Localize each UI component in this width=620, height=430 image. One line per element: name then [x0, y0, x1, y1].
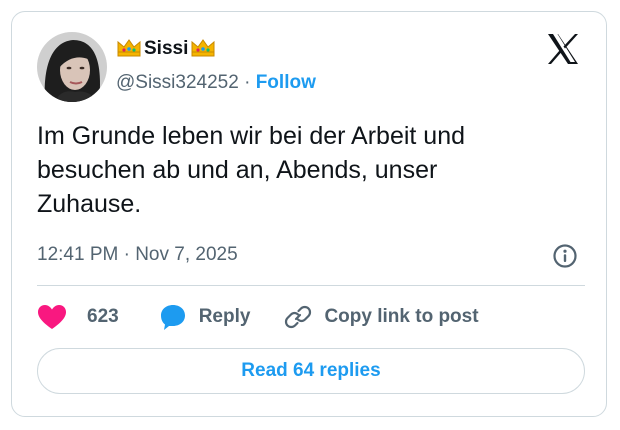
- reply-bubble-icon: [159, 303, 187, 331]
- author-handle[interactable]: @Sissi324252: [116, 72, 239, 93]
- tweet-timestamp[interactable]: 12:41 PM · Nov 7, 2025: [37, 243, 238, 267]
- author-handle-row: @Sissi324252 · Follow: [116, 71, 316, 95]
- link-icon: [284, 303, 312, 331]
- avatar-photo: [37, 32, 107, 102]
- read-replies-button[interactable]: Read 64 replies: [37, 348, 585, 394]
- follow-button[interactable]: Follow: [256, 72, 316, 93]
- heart-icon: [37, 304, 67, 330]
- tweet-card: Sissi @Sissi324252 · Follow Im Grunde le…: [11, 11, 607, 417]
- author-name-row[interactable]: Sissi: [116, 36, 216, 62]
- like-count: 623: [87, 306, 119, 327]
- handle-separator: ·: [238, 72, 256, 93]
- info-icon[interactable]: [552, 243, 578, 269]
- copy-link-label: Copy link to post: [324, 306, 479, 327]
- author-display-name: Sissi: [144, 38, 189, 59]
- action-bar: 623 Reply Copy link to post: [37, 302, 479, 332]
- copy-link-button[interactable]: Copy link to post: [284, 303, 479, 331]
- reply-label: Reply: [198, 306, 251, 327]
- avatar[interactable]: [37, 32, 107, 102]
- tweet-text: Im Grunde leben wir bei der Arbeit und b…: [37, 122, 466, 218]
- crown-icon: [190, 37, 216, 62]
- like-button[interactable]: 623: [37, 304, 119, 330]
- crown-icon: [116, 37, 142, 62]
- reply-button[interactable]: Reply: [159, 303, 251, 331]
- x-logo-icon[interactable]: [545, 32, 581, 66]
- divider: [37, 285, 585, 286]
